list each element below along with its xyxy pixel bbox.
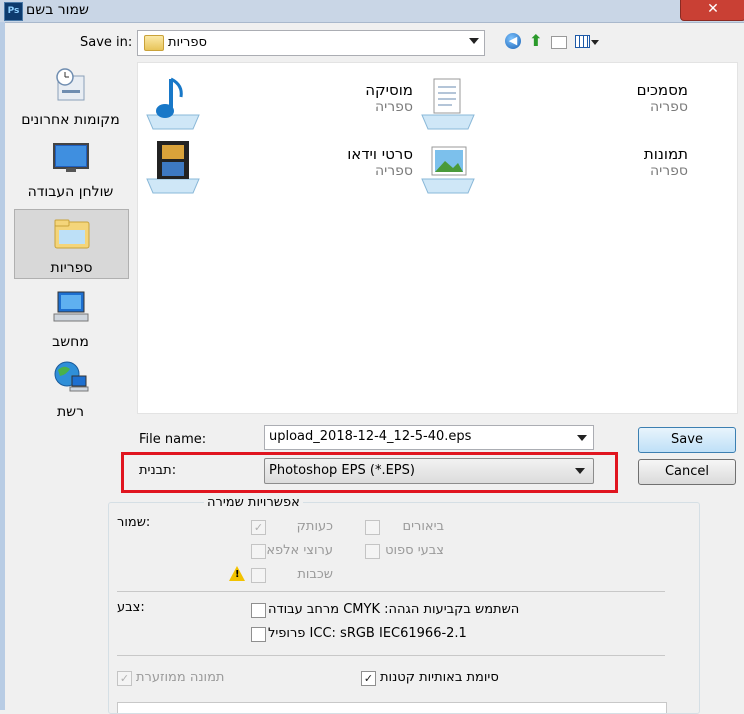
file-name-label: File name: xyxy=(139,432,207,447)
desktop-icon xyxy=(53,143,89,172)
use-proof-setup-label: מרחב עבודה CMYK :השתמש בקביעות הגהה xyxy=(268,602,520,617)
up-folder-button[interactable]: ⬆ xyxy=(526,31,546,51)
alpha-channels-checkbox[interactable] xyxy=(251,544,266,559)
format-value: Photoshop EPS (*.EPS) xyxy=(269,463,415,478)
place-desktop[interactable]: שולחן העבודה xyxy=(14,134,127,202)
music-library-icon xyxy=(146,77,200,130)
libraries-icon xyxy=(54,219,90,249)
place-label: מקומות אחרונים xyxy=(21,112,120,128)
chevron-down-icon[interactable] xyxy=(469,38,479,44)
pictures-library-icon xyxy=(421,146,475,194)
save-in-label: Save in: xyxy=(80,35,133,50)
separator xyxy=(117,591,665,592)
library-name: מסמכים xyxy=(636,81,688,99)
file-name-value[interactable]: upload_2018-12-4_12-5-40.eps xyxy=(269,429,471,444)
places-bar: מקומות אחרונים שולחן העבודה ספריות מחשב xyxy=(14,62,129,422)
place-label: שולחן העבודה xyxy=(27,184,114,200)
dialog-title: שמור בשם xyxy=(26,2,89,18)
chevron-down-icon xyxy=(575,468,585,474)
place-computer[interactable]: מחשב xyxy=(14,284,127,352)
back-arrow-icon: ◀ xyxy=(505,33,521,49)
library-name: סרטי וידאו xyxy=(347,145,413,163)
library-documents[interactable]: מסמכים ספריה xyxy=(418,75,688,131)
title-bar xyxy=(0,0,744,23)
new-folder-icon xyxy=(551,36,567,49)
chevron-down-icon xyxy=(591,40,599,45)
library-type: ספריה xyxy=(649,99,688,115)
library-pictures[interactable]: תמונות ספריה xyxy=(418,139,688,195)
alpha-channels-label: ערוצי אלפא xyxy=(266,543,333,558)
library-type: ספריה xyxy=(374,99,413,115)
warning-message-box xyxy=(117,702,667,713)
use-proof-setup-checkbox[interactable] xyxy=(251,603,266,618)
folder-icon xyxy=(144,35,164,51)
computer-icon xyxy=(53,291,89,322)
format-dropdown[interactable]: Photoshop EPS (*.EPS) xyxy=(264,458,594,484)
lowercase-extension-checkbox[interactable]: ✓ xyxy=(361,671,376,686)
window-frame-edge xyxy=(0,22,5,710)
cancel-button[interactable]: Cancel xyxy=(638,459,736,485)
place-network[interactable]: רשת xyxy=(14,354,127,422)
view-grid-icon xyxy=(575,35,590,48)
spot-colors-label: צבעי ספוט xyxy=(385,543,444,558)
save-section-label: שמור: xyxy=(117,515,151,530)
save-in-value: ספריות xyxy=(168,35,207,50)
library-name: מוסיקה xyxy=(365,81,413,99)
file-list[interactable]: מוסיקה ספריה מסמכים ספריה סרטי וידאו ספר… xyxy=(137,62,738,414)
videos-library-icon xyxy=(146,141,200,194)
place-libraries[interactable]: ספריות xyxy=(14,209,129,279)
recent-places-icon xyxy=(56,68,85,101)
file-name-input[interactable]: upload_2018-12-4_12-5-40.eps xyxy=(264,425,594,450)
as-copy-checkbox[interactable]: ✓ xyxy=(251,520,266,535)
chevron-down-icon[interactable] xyxy=(577,435,587,441)
notes-label: ביאורים xyxy=(402,519,444,534)
as-copy-label: כעותק xyxy=(296,519,333,534)
lowercase-extension-label: סיומת באותיות קטנות xyxy=(380,670,499,685)
format-label: תבנית: xyxy=(139,463,177,478)
warning-icon-mark: ! xyxy=(235,569,240,580)
place-label: מחשב xyxy=(52,334,89,350)
place-label: ספריות xyxy=(50,260,93,276)
separator xyxy=(117,655,665,656)
documents-library-icon xyxy=(421,78,475,130)
library-type: ספריה xyxy=(374,163,413,179)
library-videos[interactable]: סרטי וידאו ספריה xyxy=(143,139,413,195)
photoshop-app-icon: Ps xyxy=(4,2,23,21)
library-name: תמונות xyxy=(643,145,688,163)
color-section-label: צבע: xyxy=(117,600,145,615)
views-menu-button[interactable] xyxy=(573,31,599,51)
layers-label: שכבות xyxy=(297,567,333,582)
spot-colors-checkbox[interactable] xyxy=(365,544,380,559)
back-button[interactable]: ◀ xyxy=(503,31,523,51)
save-options-legend: אפשרויות שמירה xyxy=(204,495,303,510)
notes-checkbox[interactable] xyxy=(365,520,380,535)
icc-profile-label: פרופיל ICC: sRGB IEC61966-2.1 xyxy=(268,626,467,641)
network-icon xyxy=(54,361,89,392)
icc-profile-checkbox[interactable] xyxy=(251,627,266,642)
thumbnail-label: תמונה ממוזערת xyxy=(136,670,225,685)
layers-checkbox[interactable] xyxy=(251,568,266,583)
library-music[interactable]: מוסיקה ספריה xyxy=(143,75,413,131)
new-folder-button[interactable] xyxy=(548,31,568,51)
place-recent[interactable]: מקומות אחרונים xyxy=(14,62,127,130)
library-type: ספריה xyxy=(649,163,688,179)
thumbnail-checkbox[interactable]: ✓ xyxy=(117,671,132,686)
save-button[interactable]: Save xyxy=(638,427,736,453)
save-in-dropdown[interactable]: ספריות xyxy=(137,30,485,56)
place-label: רשת xyxy=(56,404,85,420)
close-button[interactable]: ✕ xyxy=(680,0,744,21)
